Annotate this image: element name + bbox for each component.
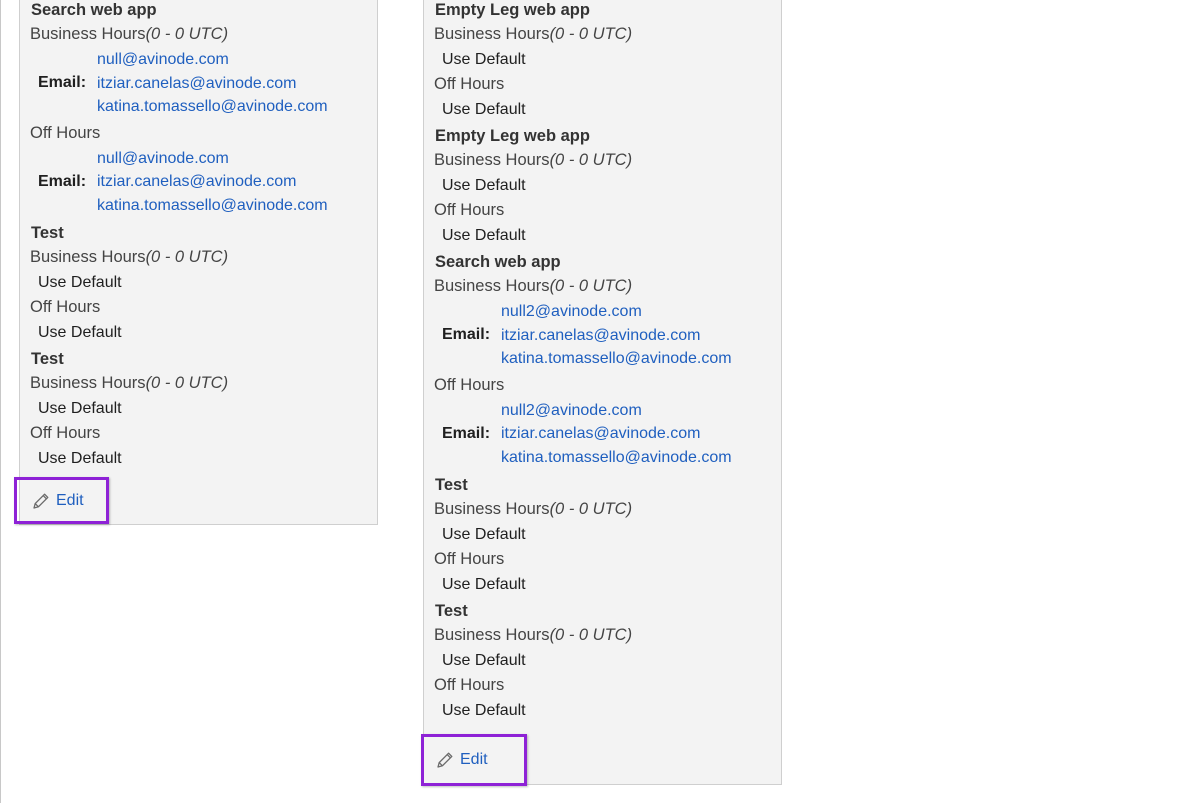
left-border-line [0, 0, 1, 803]
email-list: null@avinode.com itziar.canelas@avinode.… [97, 147, 328, 218]
timezone-text: (0 - 0 UTC) [549, 25, 633, 43]
use-default-text: Use Default [38, 400, 122, 417]
edit-button[interactable]: Edit [421, 734, 527, 786]
use-default-text: Use Default [38, 324, 122, 341]
email-link[interactable]: null@avinode.com [97, 48, 328, 72]
off-hours-label: Off Hours [434, 550, 505, 568]
use-default-text: Use Default [442, 177, 526, 194]
timezone-text: (0 - 0 UTC) [549, 277, 633, 295]
off-hours-label: Off Hours [30, 424, 101, 442]
notification-settings-panel-left: Search web app Business Hours(0 - 0 UTC)… [19, 0, 378, 525]
email-list: null2@avinode.com itziar.canelas@avinode… [501, 300, 732, 371]
use-default-text: Use Default [38, 274, 122, 291]
use-default-text: Use Default [442, 652, 526, 669]
use-default-text: Use Default [442, 526, 526, 543]
timezone-text: (0 - 0 UTC) [549, 151, 633, 169]
email-link[interactable]: itziar.canelas@avinode.com [501, 422, 732, 446]
business-hours-label: Business Hours(0 - 0 UTC) [434, 277, 633, 295]
section-title: Test [435, 602, 468, 620]
settings-section: Search web app Business Hours(0 - 0 UTC)… [20, 0, 377, 217]
email-label: Email: [38, 74, 87, 92]
settings-section: Test Business Hours(0 - 0 UTC) Use Defau… [20, 222, 377, 345]
settings-section: Test Business Hours(0 - 0 UTC) Use Defau… [424, 474, 781, 597]
section-title: Empty Leg web app [435, 127, 590, 145]
timezone-text: (0 - 0 UTC) [549, 500, 633, 518]
email-link[interactable]: katina.tomassello@avinode.com [97, 95, 328, 119]
edit-button[interactable]: Edit [14, 477, 109, 524]
email-label: Email: [442, 326, 491, 344]
business-hours-label: Business Hours(0 - 0 UTC) [434, 151, 633, 169]
business-hours-label: Business Hours(0 - 0 UTC) [30, 248, 229, 266]
off-hours-label: Off Hours [30, 123, 101, 142]
section-title: Search web app [435, 253, 561, 271]
settings-section: Search web app Business Hours(0 - 0 UTC)… [424, 251, 781, 469]
business-hours-label: Business Hours(0 - 0 UTC) [30, 25, 229, 43]
email-block: Email: null2@avinode.com itziar.canelas@… [424, 300, 781, 371]
settings-section: Test Business Hours(0 - 0 UTC) Use Defau… [20, 348, 377, 471]
settings-section: Empty Leg web app Business Hours(0 - 0 U… [424, 0, 781, 122]
email-list: null2@avinode.com itziar.canelas@avinode… [501, 399, 732, 470]
email-label: Email: [442, 424, 491, 442]
email-list: null@avinode.com itziar.canelas@avinode.… [97, 48, 328, 119]
edit-label: Edit [460, 751, 488, 768]
use-default-text: Use Default [442, 576, 526, 593]
off-hours-label: Off Hours [434, 75, 505, 93]
use-default-text: Use Default [442, 51, 526, 68]
off-hours-label: Off Hours [30, 298, 101, 316]
section-title: Test [435, 476, 468, 494]
email-block: Email: null2@avinode.com itziar.canelas@… [424, 399, 781, 470]
email-link[interactable]: itziar.canelas@avinode.com [97, 72, 328, 96]
use-default-text: Use Default [442, 702, 526, 719]
use-default-text: Use Default [442, 101, 526, 118]
email-block: Email: null@avinode.com itziar.canelas@a… [20, 48, 377, 119]
email-link[interactable]: itziar.canelas@avinode.com [501, 324, 732, 348]
email-link[interactable]: katina.tomassello@avinode.com [501, 347, 732, 371]
settings-section: Test Business Hours(0 - 0 UTC) Use Defau… [424, 600, 781, 723]
section-title: Search web app [31, 1, 157, 19]
business-hours-label: Business Hours(0 - 0 UTC) [434, 626, 633, 644]
business-hours-label: Business Hours(0 - 0 UTC) [434, 25, 633, 43]
use-default-text: Use Default [38, 450, 122, 467]
edit-label: Edit [56, 491, 84, 509]
timezone-text: (0 - 0 UTC) [145, 248, 229, 266]
email-link[interactable]: null@avinode.com [97, 147, 328, 171]
business-hours-label: Business Hours(0 - 0 UTC) [30, 374, 229, 392]
off-hours-label: Off Hours [434, 201, 505, 219]
email-link[interactable]: katina.tomassello@avinode.com [97, 194, 328, 218]
email-label: Email: [38, 172, 87, 190]
section-title: Test [31, 224, 64, 242]
pencil-icon [33, 493, 49, 509]
section-title: Empty Leg web app [435, 1, 590, 19]
timezone-text: (0 - 0 UTC) [549, 626, 633, 644]
section-title: Test [31, 350, 64, 368]
off-hours-label: Off Hours [434, 375, 505, 394]
email-link[interactable]: katina.tomassello@avinode.com [501, 446, 732, 470]
email-link[interactable]: null2@avinode.com [501, 399, 732, 423]
pencil-icon [437, 752, 453, 768]
use-default-text: Use Default [442, 227, 526, 244]
notification-settings-panel-right: Empty Leg web app Business Hours(0 - 0 U… [423, 0, 782, 785]
off-hours-label: Off Hours [434, 676, 505, 694]
timezone-text: (0 - 0 UTC) [145, 25, 229, 43]
email-block: Email: null@avinode.com itziar.canelas@a… [20, 147, 377, 218]
email-link[interactable]: null2@avinode.com [501, 300, 732, 324]
business-hours-label: Business Hours(0 - 0 UTC) [434, 500, 633, 518]
email-link[interactable]: itziar.canelas@avinode.com [97, 170, 328, 194]
settings-section: Empty Leg web app Business Hours(0 - 0 U… [424, 125, 781, 248]
timezone-text: (0 - 0 UTC) [145, 374, 229, 392]
